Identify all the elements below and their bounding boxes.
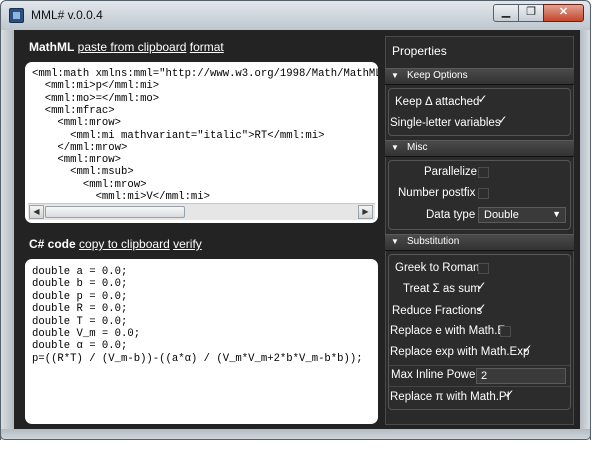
collapse-icon: ▼: [391, 237, 399, 246]
reduce-fractions-checkbox[interactable]: ✓: [476, 301, 487, 315]
app-window: MML# v.0.0.4 ▁ ❐ ✕ MathML paste from cli…: [0, 0, 600, 452]
checkmark-icon: ✓: [522, 342, 533, 356]
window-frame-right: [580, 30, 591, 440]
divider: [389, 365, 570, 366]
window-frame-left: [0, 30, 14, 440]
reduce-fractions-label: Reduce Fractions: [392, 305, 483, 317]
scroll-right-button[interactable]: ▶: [358, 205, 373, 219]
maximize-button[interactable]: ❐: [518, 4, 544, 22]
misc-group-header[interactable]: ▼ Misc: [385, 140, 574, 157]
window-title: MML# v.0.0.4: [31, 8, 103, 22]
divider: [389, 386, 570, 387]
treat-sigma-as-sum-label: Treat Σ as sum: [403, 283, 480, 295]
code-line: double b = 0.0;: [32, 278, 128, 291]
data-type-dropdown[interactable]: Double ▼: [478, 207, 566, 223]
code-line: <mml:mfrac>: [32, 104, 115, 117]
csharp-title: C# code: [29, 237, 76, 251]
substitution-group-header[interactable]: ▼ Substitution: [385, 234, 574, 251]
replace-exp-label: Replace exp with Math.Exp: [390, 346, 530, 358]
minimize-button[interactable]: ▁: [493, 4, 519, 22]
number-postfix-label: Number postfix: [398, 187, 476, 199]
scrollbar-thumb[interactable]: [45, 206, 185, 218]
replace-pi-checkbox[interactable]: ✓: [504, 387, 515, 401]
number-postfix-checkbox[interactable]: [478, 188, 489, 199]
greek-to-roman-checkbox[interactable]: [478, 263, 489, 274]
replace-exp-checkbox[interactable]: ✓: [522, 342, 533, 356]
replace-e-label: Replace e with Math.E: [390, 325, 506, 337]
data-type-label: Data type: [426, 209, 476, 221]
code-line: <mml:msub>: [32, 166, 134, 179]
keep-delta-attached-checkbox[interactable]: ✓: [477, 92, 488, 106]
mathml-horizontal-scrollbar[interactable]: ◀ ▶: [28, 203, 375, 220]
data-type-value: Double: [484, 209, 519, 221]
copy-to-clipboard-link[interactable]: copy to clipboard: [79, 237, 170, 251]
greek-to-roman-label: Greek to Roman: [395, 262, 480, 274]
code-line: <mml:math xmlns:mml="http://www.w3.org/1…: [32, 68, 378, 80]
window-frame-bottom: [0, 429, 591, 440]
code-line: </mml:mrow>: [32, 141, 128, 154]
code-line: double α = 0.0;: [32, 340, 128, 353]
mathml-editor[interactable]: <mml:math xmlns:mml="http://www.w3.org/1…: [25, 62, 378, 223]
paste-from-clipboard-link[interactable]: paste from clipboard: [78, 40, 187, 54]
collapse-icon: ▼: [391, 143, 399, 152]
csharp-header: C# code copy to clipboard verify: [29, 237, 202, 251]
checkmark-icon: ✓: [477, 92, 488, 106]
keep-delta-attached-label: Keep Δ attached: [395, 96, 480, 108]
code-line: <mml:mrow>: [32, 117, 122, 130]
keep-options-group-header[interactable]: ▼ Keep Options: [385, 68, 574, 85]
scroll-left-button[interactable]: ◀: [29, 205, 44, 219]
replace-pi-label: Replace π with Math.PI: [390, 391, 510, 403]
code-line: double T = 0.0;: [32, 315, 128, 328]
app-icon: [9, 8, 24, 23]
code-line: double R = 0.0;: [32, 303, 128, 316]
code-line: <mml:mrow>: [32, 178, 147, 191]
misc-label: Misc: [407, 142, 428, 153]
code-line: <mml:mrow>: [32, 154, 122, 167]
mathml-title: MathML: [29, 40, 75, 54]
properties-title: Properties: [392, 44, 447, 58]
replace-e-checkbox[interactable]: [500, 326, 511, 337]
mathml-header: MathML paste from clipboard format: [29, 40, 224, 54]
code-line: <mml:mi mathvariant="italic">RT</mml:mi>: [32, 129, 325, 142]
checkmark-icon: ✓: [476, 301, 487, 315]
single-letter-variables-label: Single-letter variables: [390, 117, 501, 129]
chevron-down-icon: ▼: [552, 209, 561, 219]
max-inline-power-label: Max Inline Power: [391, 369, 480, 381]
keep-options-label: Keep Options: [407, 70, 468, 81]
checkmark-icon: ✓: [476, 279, 487, 293]
max-inline-power-input[interactable]: 2: [476, 368, 566, 384]
verify-link[interactable]: verify: [173, 237, 202, 251]
code-line: <mml:mi>V</mml:mi>: [32, 191, 211, 203]
format-link[interactable]: format: [190, 40, 224, 54]
code-line: p=((R*T) / (V_m-b))-((a*α) / (V_m*V_m+2*…: [32, 352, 363, 365]
single-letter-variables-checkbox[interactable]: ✓: [497, 113, 508, 127]
parallelize-label: Parallelize: [424, 166, 478, 178]
collapse-icon: ▼: [391, 71, 399, 80]
csharp-editor[interactable]: double a = 0.0; double b = 0.0; double p =…: [25, 259, 378, 424]
close-button[interactable]: ✕: [543, 4, 584, 22]
code-line: double p = 0.0;: [32, 290, 128, 303]
code-line: <mml:mo>=</mml:mo>: [32, 92, 160, 105]
checkmark-icon: ✓: [504, 387, 515, 401]
title-bar[interactable]: MML# v.0.0.4 ▁ ❐ ✕: [0, 0, 591, 31]
treat-sigma-as-sum-checkbox[interactable]: ✓: [476, 279, 487, 293]
code-line: double a = 0.0;: [32, 266, 128, 278]
code-line: double V_m = 0.0;: [32, 328, 141, 340]
substitution-label: Substitution: [407, 236, 460, 247]
parallelize-checkbox[interactable]: [478, 167, 489, 178]
max-inline-power-value: 2: [481, 370, 488, 382]
code-line: <mml:mi>p</mml:mi>: [32, 80, 160, 93]
checkmark-icon: ✓: [497, 113, 508, 127]
